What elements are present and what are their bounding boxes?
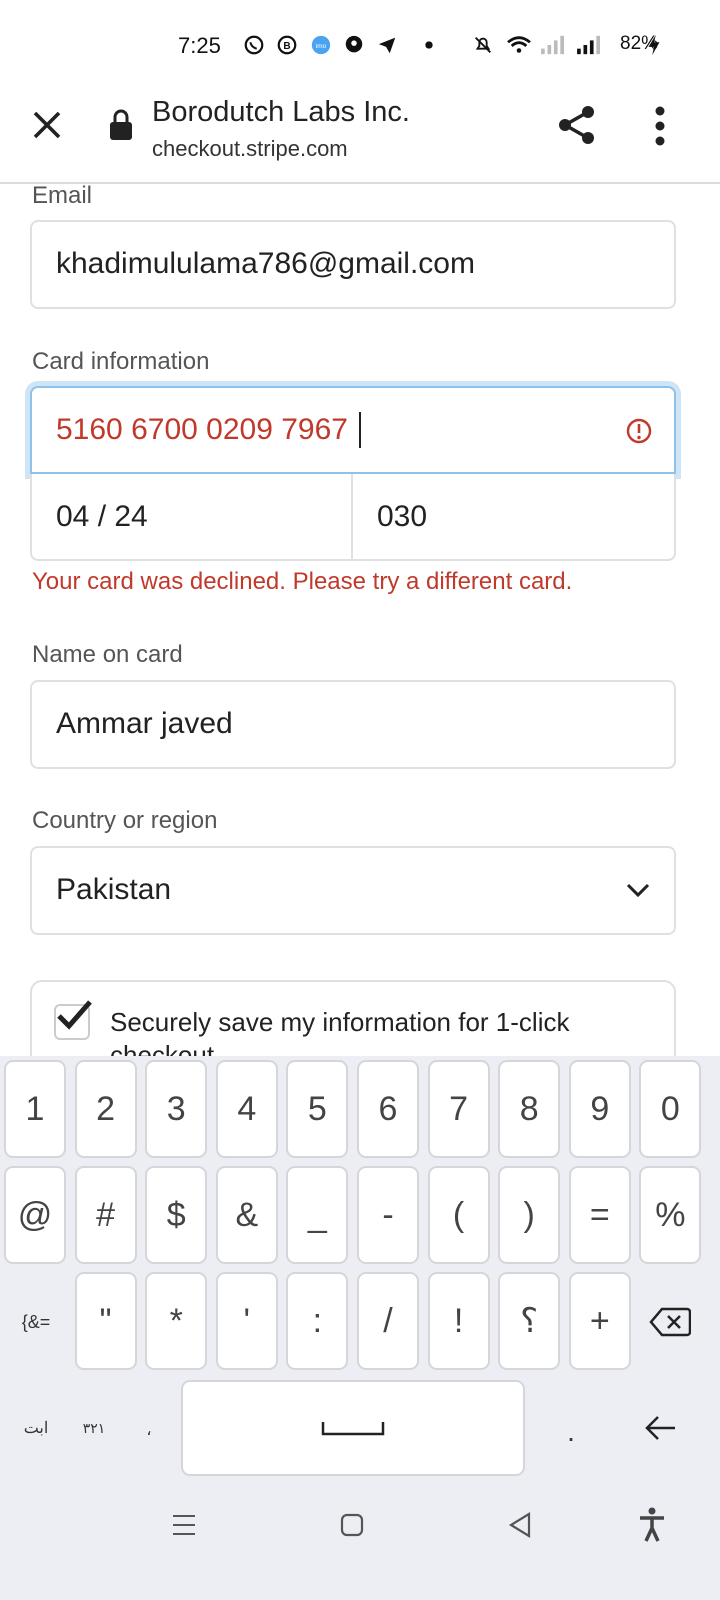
card-info-label: Card information bbox=[32, 348, 210, 375]
home-icon bbox=[340, 1513, 364, 1537]
expiry-value: 04 / 24 bbox=[56, 500, 148, 533]
error-icon bbox=[626, 418, 652, 444]
accessibility-icon bbox=[640, 1507, 664, 1542]
backspace-icon bbox=[649, 1307, 691, 1337]
number-key[interactable]: 8 bbox=[498, 1060, 561, 1158]
card-number-value: 5160 6700 0209 7967 bbox=[56, 413, 348, 446]
nav-back-button[interactable] bbox=[500, 1505, 540, 1545]
signal-icon bbox=[577, 35, 600, 55]
arrow-left-icon bbox=[645, 1416, 675, 1440]
key-comma[interactable]: ، bbox=[134, 1410, 164, 1450]
imo-icon: imo bbox=[311, 35, 331, 55]
nav-home-button[interactable] bbox=[332, 1505, 372, 1545]
save-label-line1: Securely save my information for 1-click bbox=[110, 1007, 570, 1037]
key-backspace[interactable] bbox=[638, 1296, 702, 1348]
telegram-icon bbox=[378, 37, 396, 54]
symbol-key[interactable]: ( bbox=[427, 1166, 490, 1264]
site-title: Borodutch Labs Inc. bbox=[152, 96, 410, 128]
whatsapp-icon bbox=[244, 35, 264, 55]
text-cursor bbox=[359, 412, 361, 448]
punctuation-key[interactable]: : bbox=[286, 1272, 349, 1370]
number-key[interactable]: 9 bbox=[568, 1060, 631, 1158]
key-digits-toggle[interactable]: ۳۲۱ bbox=[74, 1408, 114, 1448]
nav-accessibility-button[interactable] bbox=[632, 1505, 672, 1545]
symbol-key[interactable]: $ bbox=[145, 1166, 208, 1264]
number-key[interactable]: 5 bbox=[286, 1060, 349, 1158]
status-time: 7:25 bbox=[178, 33, 221, 58]
more-menu-icon[interactable] bbox=[650, 106, 670, 146]
checkmark-icon bbox=[57, 1000, 92, 1030]
key-enter[interactable] bbox=[636, 1408, 684, 1448]
space-icon bbox=[321, 1422, 385, 1436]
svg-text:B: B bbox=[283, 41, 290, 52]
chevron-down-icon bbox=[626, 883, 650, 898]
nav-recents-button[interactable] bbox=[164, 1505, 204, 1545]
mute-bell-icon bbox=[475, 37, 491, 53]
charging-icon bbox=[648, 34, 660, 56]
status-bar: 7:25 B imo 82% bbox=[0, 0, 720, 90]
card-error-message: Your card was declined. Please try a dif… bbox=[32, 568, 573, 595]
location-chat-icon bbox=[345, 35, 363, 53]
number-key[interactable]: 4 bbox=[215, 1060, 278, 1158]
symbol-key[interactable]: # bbox=[74, 1166, 137, 1264]
number-key[interactable]: 7 bbox=[427, 1060, 490, 1158]
save-label-line2: checkout bbox=[110, 1040, 215, 1056]
symbol-key[interactable]: % bbox=[639, 1166, 702, 1264]
symbol-key[interactable]: _ bbox=[286, 1166, 349, 1264]
key-space[interactable] bbox=[181, 1380, 525, 1476]
symbol-key[interactable]: = bbox=[568, 1166, 631, 1264]
dot-icon bbox=[425, 41, 433, 49]
number-key[interactable]: 0 bbox=[639, 1060, 702, 1158]
name-value: Ammar javed bbox=[56, 707, 233, 740]
punctuation-key[interactable]: / bbox=[357, 1272, 419, 1370]
lock-icon bbox=[110, 109, 132, 140]
email-value: khadimululama786@gmail.com bbox=[56, 247, 475, 280]
wifi-icon bbox=[507, 36, 531, 53]
number-key[interactable]: 1 bbox=[4, 1060, 66, 1158]
business-icon: B bbox=[277, 35, 297, 55]
country-value: Pakistan bbox=[56, 873, 172, 906]
name-label: Name on card bbox=[32, 641, 183, 668]
svg-text:imo: imo bbox=[316, 43, 327, 50]
key-language[interactable]: ابت bbox=[6, 1408, 66, 1448]
punctuation-key[interactable]: ' bbox=[215, 1272, 278, 1370]
number-key[interactable]: 3 bbox=[145, 1060, 208, 1158]
share-icon[interactable] bbox=[556, 104, 598, 146]
country-label: Country or region bbox=[32, 807, 218, 834]
close-icon[interactable] bbox=[30, 108, 64, 142]
key-symbols-toggle[interactable]: {&= bbox=[6, 1303, 66, 1341]
cvc-value: 030 bbox=[377, 500, 428, 533]
back-icon bbox=[508, 1512, 531, 1538]
punctuation-key[interactable]: * bbox=[145, 1272, 208, 1370]
symbol-key[interactable]: @ bbox=[4, 1166, 66, 1264]
punctuation-key[interactable]: " bbox=[74, 1272, 137, 1370]
number-key[interactable]: 6 bbox=[357, 1060, 419, 1158]
site-url: checkout.stripe.com bbox=[152, 136, 348, 161]
punctuation-key[interactable]: ؟ bbox=[498, 1272, 561, 1370]
signal-weak-icon bbox=[541, 35, 564, 55]
symbol-key[interactable]: ) bbox=[498, 1166, 561, 1264]
punctuation-key[interactable]: + bbox=[568, 1272, 631, 1370]
recents-icon bbox=[173, 1515, 195, 1535]
key-period[interactable]: . bbox=[556, 1412, 586, 1452]
symbol-key[interactable]: & bbox=[215, 1166, 278, 1264]
symbol-key[interactable]: - bbox=[357, 1166, 419, 1264]
number-key[interactable]: 2 bbox=[74, 1060, 137, 1158]
email-label: Email bbox=[32, 182, 93, 209]
punctuation-key[interactable]: ! bbox=[427, 1272, 490, 1370]
save-info-panel: Securely save my information for 1-click… bbox=[30, 980, 676, 1056]
